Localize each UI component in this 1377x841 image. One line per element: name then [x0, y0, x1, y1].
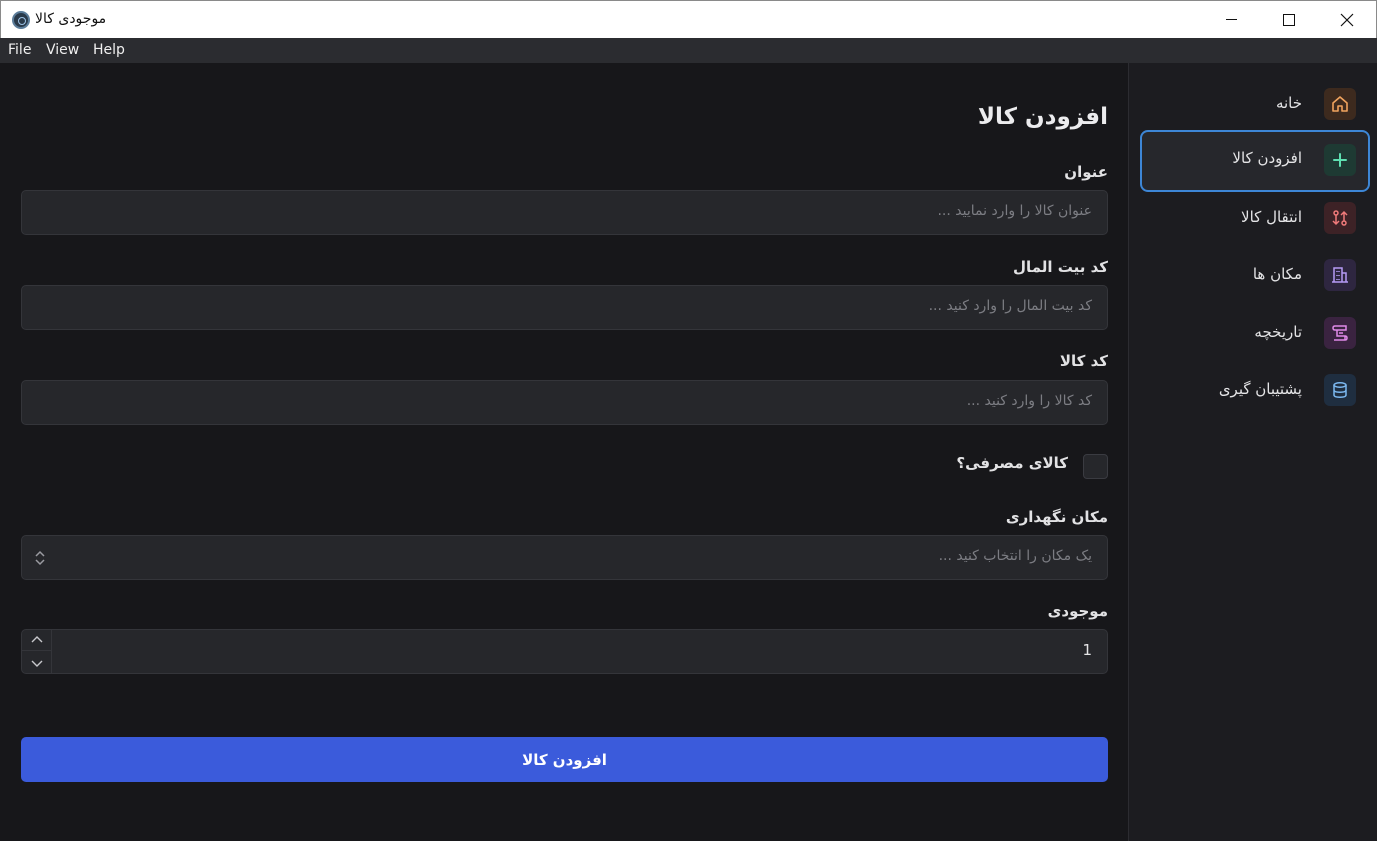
menu-file[interactable]: File [8, 42, 31, 58]
item-code-input[interactable]: کد کالا را وارد کنید ... [21, 380, 1108, 425]
add-item-button[interactable]: افزودن کالا [21, 737, 1108, 782]
stock-input[interactable]: 1 [21, 629, 1108, 674]
sidebar-item-locations[interactable]: مکان ها [1140, 246, 1370, 308]
minimize-icon [1225, 19, 1237, 20]
chevron-up-down-icon [35, 550, 45, 566]
stock-label: موجودی [1047, 602, 1108, 620]
database-icon [1324, 374, 1356, 406]
minimize-button[interactable] [1202, 1, 1260, 38]
sidebar-item-home[interactable]: خانه [1140, 75, 1370, 137]
window-title: موجودی کالا [35, 11, 107, 27]
chevron-down-icon [31, 660, 42, 667]
scroll-icon [1324, 317, 1356, 349]
menu-help[interactable]: Help [93, 42, 125, 58]
title-bar: موجودی کالا [0, 0, 1377, 38]
menu-view[interactable]: View [46, 42, 79, 58]
sidebar-item-label: پشتیبان گیری [1218, 380, 1302, 398]
treasury-code-placeholder: کد بیت المال را وارد کنید ... [928, 298, 1092, 314]
location-label: مکان نگهداری [1005, 508, 1108, 526]
sidebar-item-backup[interactable]: پشتیبان گیری [1140, 361, 1370, 423]
item-code-label: کد کالا [1059, 352, 1108, 370]
sidebar-item-label: انتقال کالا [1241, 208, 1302, 226]
treasury-code-input[interactable]: کد بیت المال را وارد کنید ... [21, 285, 1108, 330]
title-placeholder: عنوان کالا را وارد نمایید ... [937, 203, 1092, 219]
treasury-code-label: کد بیت المال [1013, 258, 1108, 276]
home-icon [1324, 88, 1356, 120]
decrement-button[interactable] [22, 652, 51, 673]
page-title: افزودن کالا [977, 104, 1108, 130]
sidebar-item-transfer[interactable]: انتقال کالا [1140, 189, 1370, 251]
title-label: عنوان [1064, 163, 1108, 181]
increment-button[interactable] [22, 630, 51, 651]
title-input[interactable]: عنوان کالا را وارد نمایید ... [21, 190, 1108, 235]
app-icon [12, 11, 30, 29]
maximize-button[interactable] [1260, 1, 1318, 38]
location-placeholder: یک مکان را انتخاب کنید ... [938, 548, 1092, 564]
close-button[interactable] [1318, 1, 1376, 38]
sidebar-item-label: تاریخچه [1254, 323, 1302, 341]
building-icon [1324, 259, 1356, 291]
menu-bar: File View Help [0, 38, 1377, 63]
main-content: افزودن کالا عنوان عنوان کالا را وارد نما… [0, 63, 1128, 841]
transfer-icon [1324, 202, 1356, 234]
sidebar-item-add-item[interactable]: افزودن کالا [1140, 130, 1370, 192]
sidebar-item-label: خانه [1275, 94, 1302, 112]
sidebar-item-label: مکان ها [1252, 265, 1302, 283]
consumable-checkbox[interactable] [1083, 454, 1108, 479]
item-code-placeholder: کد کالا را وارد کنید ... [966, 393, 1092, 409]
close-icon [1340, 13, 1354, 26]
location-select[interactable]: یک مکان را انتخاب کنید ... [21, 535, 1108, 580]
stock-stepper [22, 630, 52, 673]
sidebar-item-history[interactable]: تاریخچه [1140, 304, 1370, 366]
chevron-up-icon [31, 636, 42, 643]
plus-icon [1324, 144, 1356, 176]
sidebar-item-label: افزودن کالا [1232, 149, 1302, 167]
sidebar: خانه افزودن کالا انتقال کالا مکان ها تار… [1128, 63, 1377, 841]
consumable-label: کالای مصرفی؟ [956, 454, 1068, 472]
maximize-icon [1283, 13, 1295, 26]
stock-value: 1 [1082, 641, 1092, 659]
